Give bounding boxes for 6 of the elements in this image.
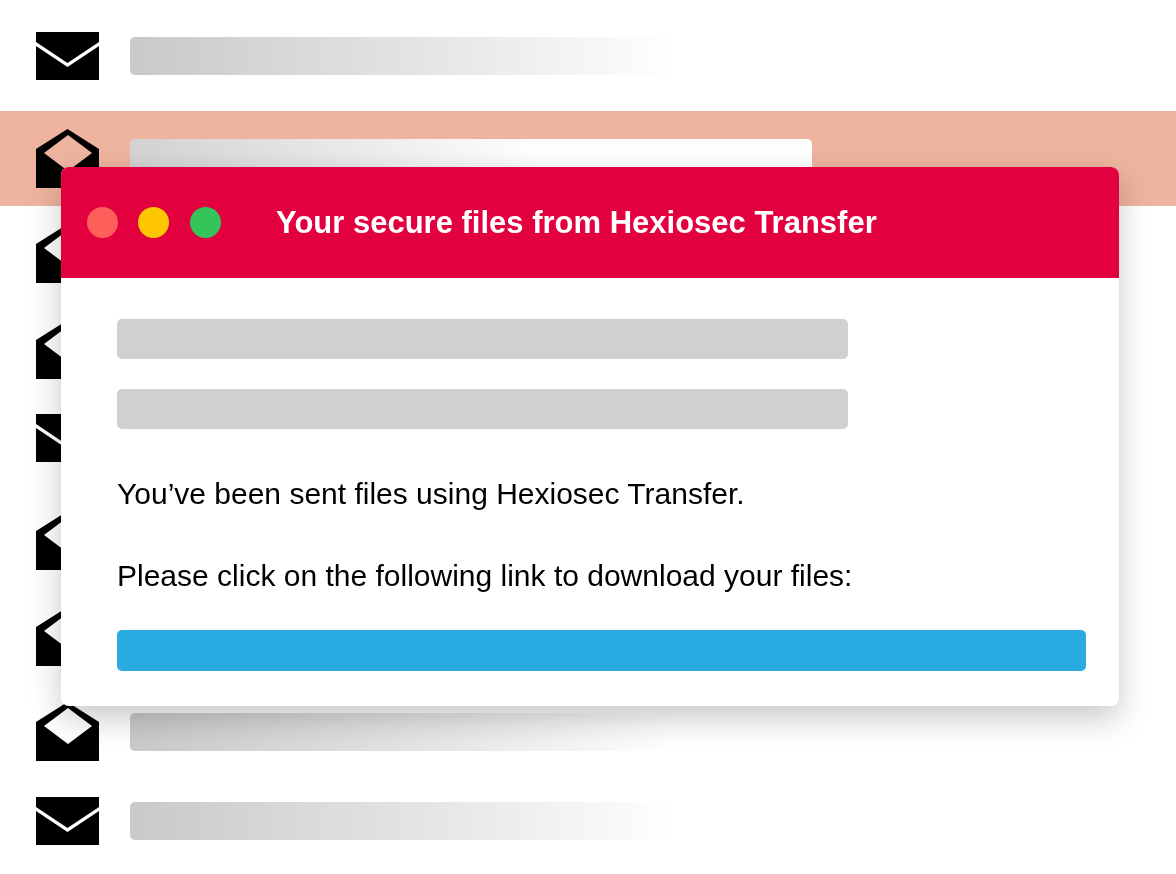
message-text: You’ve been sent files using Hexiosec Transfer. [117, 476, 746, 512]
message-text: Please click on the following link to download your files: [117, 558, 854, 594]
window-close-button[interactable] [87, 207, 118, 238]
window-minimize-button[interactable] [138, 207, 169, 238]
window-zoom-button[interactable] [190, 207, 221, 238]
window-title: Your secure files from Hexiosec Transfer [276, 204, 877, 241]
